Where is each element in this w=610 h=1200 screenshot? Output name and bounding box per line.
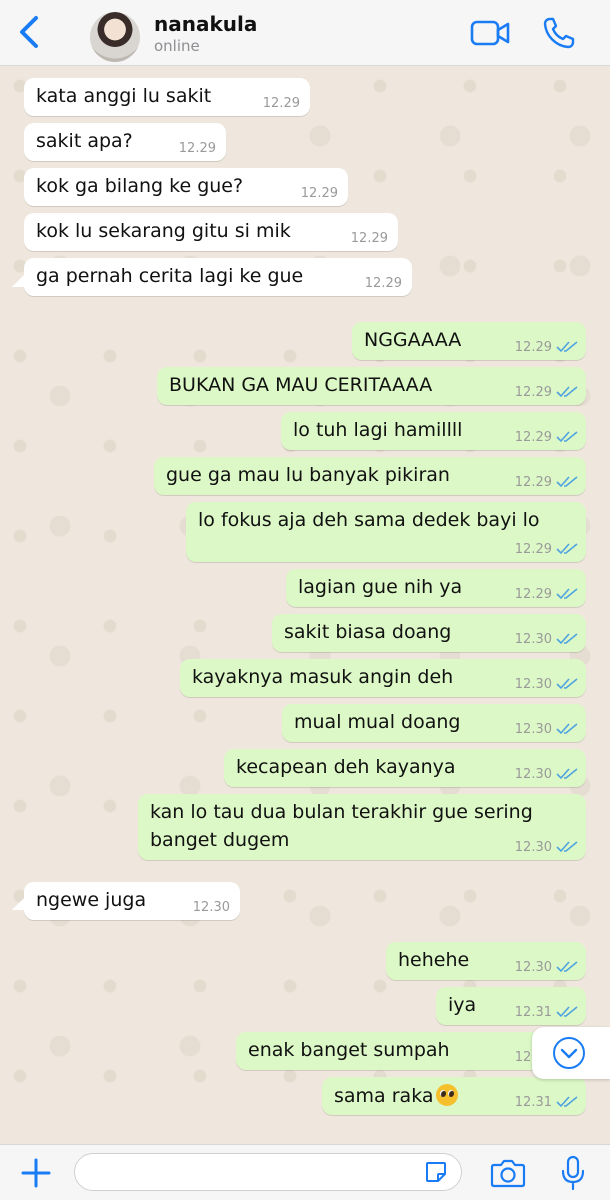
message-outgoing[interactable]: BUKAN GA MAU CERITAAAA 12.29 (157, 367, 586, 405)
message-outgoing[interactable]: iya 12.31 (436, 987, 586, 1025)
message-outgoing[interactable]: sama raka 12.31 (322, 1077, 586, 1115)
message-text: lo tuh lagi hamillll (293, 419, 463, 441)
read-ticks-icon (556, 841, 578, 853)
message-time: 12.31 (514, 1095, 552, 1110)
message-text: sama raka (334, 1084, 458, 1107)
message-outgoing[interactable]: kan lo tau dua bulan terakhir gue sering… (138, 794, 586, 860)
message-incoming[interactable]: kok lu sekarang gitu si mik 12.29 (24, 213, 398, 251)
message-outgoing[interactable]: NGGAAAA 12.29 (352, 322, 586, 360)
message-text: NGGAAAA (364, 329, 462, 351)
chevron-down-circle-icon (553, 1037, 585, 1069)
read-ticks-icon (556, 723, 578, 735)
message-outgoing[interactable]: kecapean deh kayanya 12.30 (224, 749, 586, 787)
message-time: 12.30 (192, 900, 230, 915)
message-text: lo fokus aja deh sama dedek bayi lo (198, 509, 540, 531)
message-incoming[interactable]: kata anggi lu sakit 12.29 (24, 78, 310, 116)
chat-area[interactable]: kata anggi lu sakit 12.29 sakit apa? 12.… (0, 66, 610, 1144)
contact-name[interactable]: nanakula (154, 12, 257, 36)
message-outgoing[interactable]: sakit biasa doang 12.30 (272, 614, 586, 652)
contact-status: online (154, 37, 200, 55)
chat-header: nanakula online (0, 0, 610, 66)
message-text: kayaknya masuk angin deh (192, 666, 454, 688)
message-text: gue ga mau lu banyak pikiran (166, 464, 450, 486)
message-time: 12.29 (300, 186, 338, 201)
message-text: enak banget sumpah (248, 1039, 450, 1061)
avatar[interactable] (90, 12, 140, 62)
message-time: 12.30 (514, 840, 552, 855)
message-time: 12.30 (514, 677, 552, 692)
message-text: kok lu sekarang gitu si mik (36, 220, 291, 242)
read-ticks-icon (556, 678, 578, 690)
message-text: kan lo tau dua bulan terakhir gue sering… (150, 801, 533, 851)
message-time: 12.30 (514, 632, 552, 647)
read-ticks-icon (556, 341, 578, 353)
message-text: lagian gue nih ya (298, 576, 463, 598)
read-ticks-icon (556, 768, 578, 780)
message-outgoing[interactable]: lo fokus aja deh sama dedek bayi lo 12.2… (186, 502, 586, 562)
message-outgoing[interactable]: hehehe 12.30 (386, 942, 586, 980)
message-time: 12.29 (514, 340, 552, 355)
chevron-left-icon[interactable] (14, 14, 44, 50)
message-input[interactable] (74, 1153, 462, 1191)
read-ticks-icon (556, 961, 578, 973)
message-time: 12.30 (514, 960, 552, 975)
message-text: hehehe (398, 949, 470, 971)
message-text: sakit biasa doang (284, 621, 452, 643)
read-ticks-icon (556, 588, 578, 600)
video-camera-icon[interactable] (470, 18, 510, 48)
message-outgoing[interactable]: lo tuh lagi hamillll 12.29 (281, 412, 586, 450)
read-ticks-icon (556, 431, 578, 443)
message-time: 12.30 (514, 722, 552, 737)
message-outgoing[interactable]: kayaknya masuk angin deh 12.30 (180, 659, 586, 697)
message-text: iya (448, 994, 477, 1016)
message-time: 12.29 (514, 475, 552, 490)
message-text: kata anggi lu sakit (36, 85, 212, 107)
read-ticks-icon (556, 1096, 578, 1108)
message-time: 12.29 (514, 430, 552, 445)
microphone-icon[interactable] (560, 1155, 586, 1191)
message-outgoing[interactable]: lagian gue nih ya 12.29 (286, 569, 586, 607)
read-ticks-icon (556, 1006, 578, 1018)
read-ticks-icon (556, 386, 578, 398)
message-time: 12.29 (364, 276, 402, 291)
message-text: mual mual doang (294, 711, 461, 733)
read-ticks-icon (556, 543, 578, 555)
message-incoming[interactable]: kok ga bilang ke gue? 12.29 (24, 168, 348, 206)
sticker-icon[interactable] (424, 1160, 448, 1184)
message-time: 12.29 (514, 385, 552, 400)
message-time: 12.29 (262, 96, 300, 111)
read-ticks-icon (556, 633, 578, 645)
message-text: kok ga bilang ke gue? (36, 175, 244, 197)
message-outgoing[interactable]: mual mual doang 12.30 (282, 704, 586, 742)
message-text: kecapean deh kayanya (236, 756, 456, 778)
plus-icon[interactable] (20, 1157, 52, 1189)
message-outgoing[interactable]: gue ga mau lu banyak pikiran 12.29 (154, 457, 586, 495)
message-time: 12.29 (178, 141, 216, 156)
message-composer (0, 1144, 610, 1200)
message-time: 12.29 (514, 542, 552, 557)
message-text-content: sama raka (334, 1085, 434, 1107)
message-time: 12.29 (350, 231, 388, 246)
phone-icon[interactable] (542, 16, 576, 50)
pleading-face-icon (435, 1084, 458, 1106)
message-text: ngewe juga (36, 889, 147, 911)
message-text: ga pernah cerita lagi ke gue (36, 265, 304, 287)
message-incoming[interactable]: ga pernah cerita lagi ke gue 12.29 (24, 258, 412, 296)
message-incoming[interactable]: ngewe juga 12.30 (24, 882, 240, 920)
message-time: 12.29 (514, 587, 552, 602)
camera-icon[interactable] (490, 1158, 526, 1188)
message-text: sakit apa? (36, 130, 133, 152)
read-ticks-icon (556, 476, 578, 488)
message-time: 12.30 (514, 767, 552, 782)
message-time: 12.31 (514, 1005, 552, 1020)
scroll-to-bottom-button[interactable] (532, 1027, 610, 1079)
message-incoming[interactable]: sakit apa? 12.29 (24, 123, 226, 161)
message-text: BUKAN GA MAU CERITAAAA (169, 374, 433, 396)
